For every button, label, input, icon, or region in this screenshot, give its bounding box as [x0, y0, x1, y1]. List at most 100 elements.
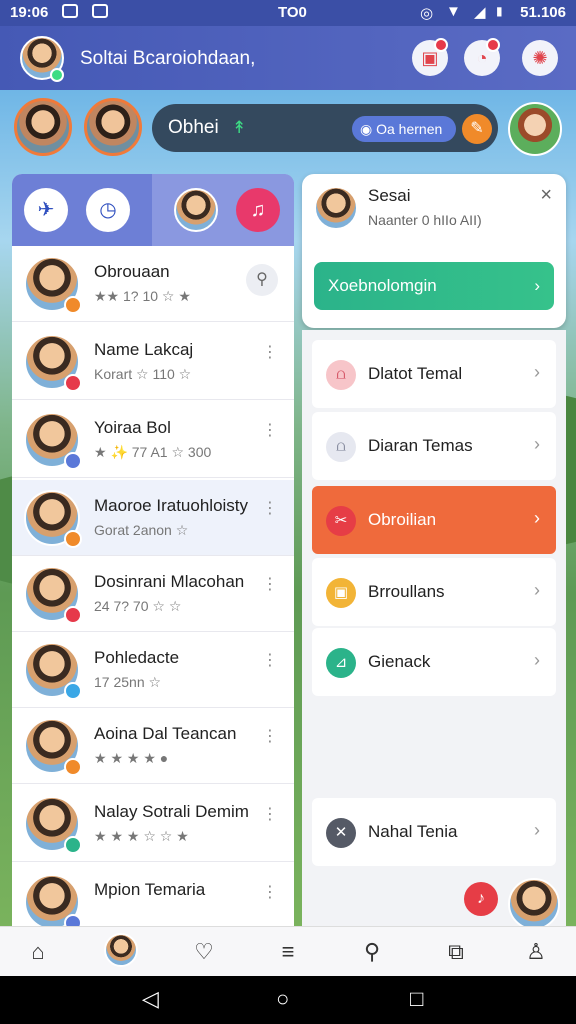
contact-avatar[interactable]	[174, 188, 218, 232]
menu-item[interactable]: ⩍ Diaran Temas ›	[312, 412, 556, 480]
menu-item-icon: ✕	[326, 818, 356, 848]
story-search-bar[interactable]: Obhei ↟ ◉ Oa hernen ✎	[152, 104, 498, 152]
contacts-panel-header: ✈ ◷ ♫	[12, 174, 294, 246]
contact-row[interactable]: Aoina Dal Teancan ★ ★ ★ ★ ● ⋮	[12, 708, 294, 784]
primary-action-button[interactable]: Xoebnolomgin ›	[314, 262, 554, 310]
battery-icon: ▮	[496, 4, 503, 18]
contact-row[interactable]: Mpion Temaria ⋮	[12, 864, 294, 930]
satellite-button[interactable]: ✈	[24, 188, 68, 232]
contact-row[interactable]: Obrouaan ★★ 1? 10 ☆ ★ ⚲	[12, 246, 294, 322]
contact-name: Nalay Sotrali Demim	[94, 802, 249, 821]
chat-badge	[486, 38, 500, 52]
contact-row[interactable]: Name Lakcaj Korart ☆ 110 ☆ ⋮	[12, 324, 294, 400]
menu-item-label: Brroullans	[368, 582, 445, 601]
chevron-right-icon: ›	[534, 650, 540, 670]
menu-item-icon: ⩍	[326, 360, 356, 390]
more-icon[interactable]: ⋮	[262, 882, 278, 902]
contact-name: Name Lakcaj	[94, 340, 194, 359]
menu-icon[interactable]: ≡	[270, 935, 306, 969]
settings-button[interactable]: ✺	[522, 40, 558, 76]
story-avatar[interactable]	[14, 98, 72, 156]
contacts-panel: ✈ ◷ ♫ Obrouaan ★★ 1? 10 ☆ ★ ⚲ Name Lakcaj Ko…	[12, 174, 294, 930]
more-icon[interactable]: ⋮	[262, 342, 278, 362]
contact-row[interactable]: Maoroe Iratuohloisty Gorat 2anon ☆ ⋮	[12, 480, 294, 556]
more-icon[interactable]: ⋮	[262, 574, 278, 594]
contact-row[interactable]: Pohledacte 17 25nn ☆ ⋮	[12, 632, 294, 708]
close-icon[interactable]: ×	[540, 184, 552, 207]
contact-rating: Korart ☆ 110 ☆	[94, 366, 192, 382]
menu-item-label: Nahal Tenia	[368, 822, 458, 841]
more-icon[interactable]: ⋮	[262, 498, 278, 518]
status-badge	[64, 836, 82, 854]
menu-item-icon: ✂	[326, 506, 356, 536]
contact-row[interactable]: Dosinrani Mlacohan 24 7? 70 ☆ ☆ ⋮	[12, 556, 294, 632]
contact-rating: ★ ★ ★ ★ ●	[94, 750, 169, 766]
camera-icon[interactable]: ⧉	[438, 935, 474, 969]
system-navigation-bar: ◁ ○ □	[0, 976, 576, 1024]
menu-item-icon: ▣	[326, 578, 356, 608]
status-badge	[64, 374, 82, 392]
contact-row[interactable]: Yoiraa Bol ★ ✨ 77 A1 ☆ 300 ⋮	[12, 402, 294, 478]
menu-item[interactable]: ▣ Brroullans ›	[312, 558, 556, 626]
page-title: Soltai Bcaroiohdaan,	[80, 48, 256, 69]
play-button[interactable]: ♪	[464, 882, 498, 916]
chip-label: Oa hernen	[376, 121, 443, 137]
status-badge	[64, 682, 82, 700]
status-badge	[64, 530, 82, 548]
notification-badge	[434, 38, 448, 52]
person-icon[interactable]: ♙	[518, 935, 554, 969]
contact-rating: ★ ★ ★ ☆ ☆ ★	[94, 828, 189, 844]
back-icon[interactable]: ◁	[142, 986, 159, 1012]
menu-item[interactable]: ✂ Obroilian ›	[312, 486, 556, 554]
popup-avatar[interactable]	[314, 186, 358, 230]
contact-name: Aoina Dal Teancan	[94, 724, 237, 743]
music-icon: ♫	[250, 199, 266, 221]
more-icon[interactable]: ⋮	[262, 726, 278, 746]
story-avatar[interactable]	[84, 98, 142, 156]
gallery-icon	[62, 4, 78, 18]
menu-item-label: Diaran Temas	[368, 436, 473, 455]
chat-icon: ◔	[476, 48, 488, 68]
contact-rating: 17 25nn ☆	[94, 674, 162, 690]
menu-item[interactable]: ⊿ Gienack ›	[312, 628, 556, 696]
bottom-navigation: ⌂ ♡ ≡ ⚲ ⧉ ♙	[0, 926, 576, 976]
status-badge	[64, 758, 82, 776]
filter-chip[interactable]: ◉ Oa hernen	[352, 116, 456, 142]
profile-avatar[interactable]	[508, 102, 562, 156]
profile-icon[interactable]	[104, 933, 138, 967]
menu-item-label: Gienack	[368, 652, 431, 671]
status-bar: 19:06 TO0 ◎ ▼ ◢ ▮ 51.106	[0, 0, 576, 26]
satellite-icon: ✈	[37, 199, 55, 221]
contact-name: Obrouaan	[94, 262, 170, 281]
chevron-right-icon: ›	[534, 508, 540, 528]
contact-rating: Gorat 2anon ☆	[94, 522, 189, 538]
app-header: Soltai Bcaroiohdaan, ▣ ◔ ✺	[0, 26, 576, 90]
menu-item[interactable]: ✕ Nahal Tenia ›	[312, 798, 556, 866]
contact-name: Dosinrani Mlacohan	[94, 572, 245, 591]
home-circle-icon[interactable]: ○	[276, 986, 289, 1012]
play-icon: ♪	[477, 890, 485, 907]
home-icon[interactable]: ⌂	[20, 935, 56, 969]
recents-icon[interactable]: □	[410, 986, 423, 1012]
action-icon[interactable]: ✎	[462, 114, 492, 144]
contact-rating: 24 7? 70 ☆ ☆	[94, 598, 182, 614]
contact-popup: Sesai Naanter 0 hIIo AII) × Xoebnolomgin…	[302, 174, 566, 328]
music-button[interactable]: ♫	[236, 188, 280, 232]
search-icon[interactable]: ⚲	[354, 935, 390, 969]
contact-row[interactable]: Nalay Sotrali Demim ★ ★ ★ ☆ ☆ ★ ⋮	[12, 786, 294, 862]
contact-rating: ★★ 1? 10 ☆ ★	[94, 288, 191, 304]
menu-item[interactable]: ⩍ Dlatot Temal ›	[312, 340, 556, 408]
heart-icon[interactable]: ♡	[186, 935, 222, 969]
signal-icon: ◢	[474, 4, 486, 21]
chevron-right-icon: ›	[534, 362, 540, 382]
floating-avatar[interactable]	[508, 878, 560, 930]
status-badge	[64, 606, 82, 624]
clock-button[interactable]: ◷	[86, 188, 130, 232]
more-icon[interactable]: ⋮	[262, 420, 278, 440]
more-icon[interactable]: ⋮	[262, 650, 278, 670]
search-icon[interactable]: ⚲	[246, 264, 278, 296]
side-menu: ⩍ Dlatot Temal › ⩍ Diaran Temas › ✂ Obroilian › ▣…	[302, 330, 566, 930]
primary-action-label: Xoebnolomgin	[328, 276, 437, 295]
more-icon[interactable]: ⋮	[262, 804, 278, 824]
user-icon: ◉	[360, 121, 377, 137]
